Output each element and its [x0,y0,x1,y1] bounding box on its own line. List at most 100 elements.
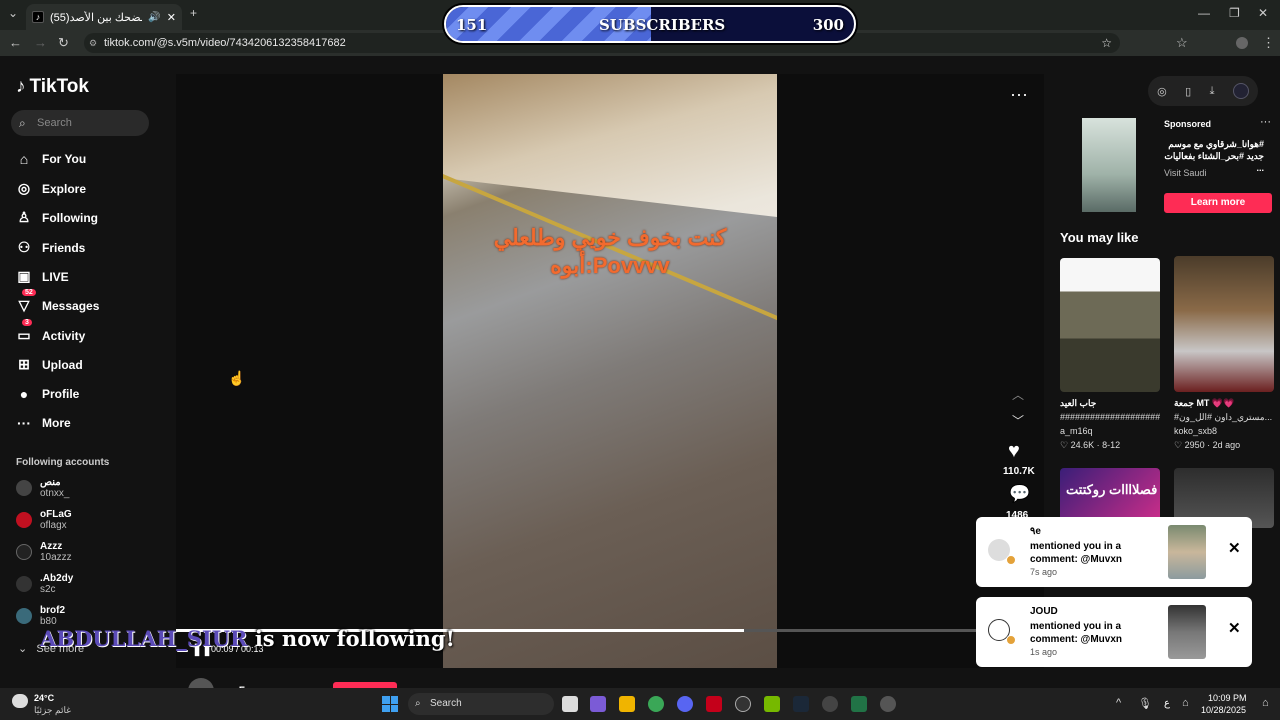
account-username: s2c [40,584,56,595]
search-icon: ⌕ [19,116,26,130]
following-account[interactable]: brof2 b80 [16,605,65,627]
nav-live[interactable]: ▣ LIVE [16,268,69,285]
microphone-icon[interactable]: 🎙 [1138,697,1152,710]
nav-explore[interactable]: ◎ Explore [16,180,86,197]
heart-icon[interactable]: ♥ [1008,440,1020,463]
taskbar-search[interactable]: ⌕ Search [408,693,554,715]
coin-icon [1006,635,1016,645]
mention-notification[interactable]: ٩e mentioned you in a comment: @Muvxn 7s… [976,517,1252,587]
video-player[interactable]: كنت بخوف خويي وطلعلي أبوه:Povvvv [443,74,777,668]
suggested-user[interactable]: koko_sxb8 [1174,426,1217,436]
avatar[interactable] [1232,83,1249,99]
language-indicator[interactable]: ع [1164,698,1170,709]
heart-icon: ♡ [1174,440,1183,450]
close-tab-icon[interactable]: ✕ [167,11,176,24]
discord-icon[interactable] [677,696,693,712]
following-account[interactable]: oFLaG oflagx [16,509,72,531]
nav-for-you[interactable]: ⌂ For You [16,151,86,167]
mention-notification[interactable]: JOUD mentioned you in a comment: @Muvxn … [976,597,1252,667]
notification-time: 1s ago [1030,647,1058,657]
activity-icon: ▭ 3 [17,319,32,343]
video-more-icon[interactable]: ··· [1010,84,1028,105]
suggested-likes: 2950 [1184,440,1205,450]
back-icon[interactable]: ← [9,35,22,50]
app-icon[interactable] [822,696,838,712]
extensions-icon[interactable]: ☆ [1176,35,1188,51]
phone-icon[interactable]: ▯ [1185,85,1191,98]
speaker-icon[interactable]: 🔊 [148,12,160,23]
notification-icon[interactable]: ⌂ [1262,697,1269,709]
nav-more[interactable]: ··· More [16,415,71,431]
coins-icon[interactable]: ◎ [1157,85,1167,98]
search-input[interactable]: ⌕ Search [11,110,149,136]
tab-search-icon[interactable]: ⌄ [8,6,18,20]
app-icon[interactable] [735,696,751,712]
new-tab-icon[interactable]: + [190,6,197,20]
obs-icon[interactable] [880,696,896,712]
you-may-like-title: You may like [1060,230,1139,245]
minimize-icon[interactable]: — [1198,6,1210,20]
notification-thumbnail[interactable] [1168,605,1206,659]
nav-activity[interactable]: ▭ 3 Activity [16,319,85,344]
avatar[interactable] [1236,37,1248,49]
chevron-up-icon[interactable]: ︿ [1012,386,1024,403]
network-icon[interactable]: ⌂ [1182,697,1189,709]
nav-upload[interactable]: ⊞ Upload [16,356,83,373]
notification-thumbnail[interactable] [1168,525,1206,579]
suggested-date: 2d ago [1212,440,1241,450]
nav-messages[interactable]: ▽ 52 Messages [16,289,99,314]
following-icon: ♙ [17,209,31,225]
following-account[interactable]: منص otnxx_ [16,477,69,499]
suggested-video-thumb[interactable] [1060,258,1160,392]
maximize-icon[interactable]: ❐ [1229,6,1240,20]
following-account[interactable]: .Ab2dy s2c [16,573,73,595]
steam-icon[interactable] [793,696,809,712]
chevron-up-icon[interactable]: ^ [1116,697,1121,709]
close-icon[interactable]: ✕ [1228,619,1241,637]
suggested-title: جاب العيد [1060,398,1097,408]
app-icon[interactable] [851,696,867,712]
clock-time[interactable]: 10:09 PM [1208,693,1247,703]
follow-alert-text: is now following! [254,626,455,651]
download-icon[interactable]: ⤓ [1210,85,1215,98]
nav-following[interactable]: ♙ Following [16,209,98,226]
subscriber-count: 151 [456,16,488,34]
clock-date[interactable]: 10/28/2025 [1201,705,1246,715]
suggested-video-thumb[interactable] [1174,256,1274,392]
notification-message: mentioned you in a comment: @Muvxn [1030,621,1122,645]
browser-tab[interactable]: ♪ (55)تفاعل مضحك بين الأصد 🔊 ✕ [26,4,182,30]
account-username: oflagx [40,520,67,531]
follow-alert-name: ABDULLAH_SIUR [40,626,248,651]
chevron-down-icon[interactable]: ﹀ [1012,412,1024,429]
chevron-down-icon: ⌄ [18,643,28,655]
nvidia-icon[interactable] [764,696,780,712]
ad-more-icon[interactable]: ··· [1260,116,1271,128]
close-window-icon[interactable]: ✕ [1258,6,1268,20]
following-account[interactable]: Azzz 10azzz [16,541,72,563]
forward-icon[interactable]: → [34,35,47,50]
copilot-icon[interactable] [590,696,606,712]
tiktok-icon: ♪ [32,11,44,23]
menu-icon[interactable]: ⋮ [1262,35,1275,51]
task-view-icon[interactable] [562,696,578,712]
nav-profile[interactable]: ● Profile [16,386,80,402]
chrome-icon[interactable] [648,696,664,712]
suggested-user[interactable]: a_m16q [1060,426,1093,436]
close-icon[interactable]: ✕ [1228,539,1241,557]
site-info-icon[interactable]: ⚙ [89,33,97,53]
nav-label: LIVE [42,269,69,284]
bookmark-icon[interactable]: ☆ [1101,33,1112,53]
file-explorer-icon[interactable] [619,696,635,712]
avatar [16,512,32,528]
weather-icon[interactable] [12,694,28,708]
windows-start-icon[interactable] [382,696,398,712]
ad-thumbnail[interactable] [1082,118,1136,212]
nav-friends[interactable]: ⚇ Friends [16,239,86,256]
comment-icon[interactable]: 💬 [1009,484,1030,504]
learn-more-button[interactable]: Learn more [1164,193,1272,213]
app-icon[interactable] [706,696,722,712]
nav-label: Friends [42,240,86,255]
reload-icon[interactable]: ↻ [58,35,69,51]
account-username: 10azzz [40,552,72,563]
tiktok-logo[interactable]: ♪ TikTok [16,76,89,98]
